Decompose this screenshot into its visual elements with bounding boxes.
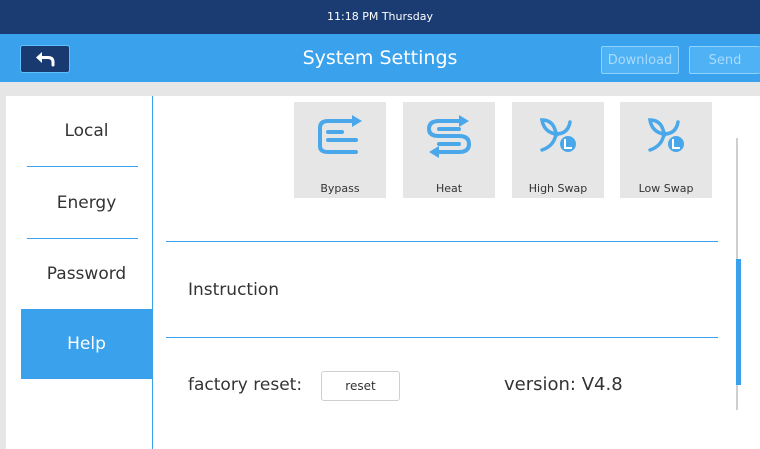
content-panel: Local Energy Password Help Bypass Heat H… (6, 96, 760, 449)
clock-text: 11:18 PM Thursday (327, 9, 433, 23)
factory-reset-label: factory reset: (188, 375, 303, 395)
instruction-label: Instruction (188, 280, 279, 300)
download-button[interactable]: Download (601, 46, 679, 74)
reset-button[interactable]: reset (321, 371, 400, 401)
sidebar-item-label: Energy (56, 193, 117, 213)
mode-label: Bypass (320, 182, 360, 195)
sidebar-item-local[interactable]: Local (21, 96, 152, 167)
sidebar-item-label: Help (67, 334, 106, 354)
bypass-icon (318, 115, 362, 154)
sidebar-item-label: Local (64, 121, 109, 141)
version-label: version: V4.8 (504, 374, 623, 395)
sidebar: Local Energy Password Help (21, 96, 153, 449)
title-bar: System Settings Download Send (0, 34, 760, 82)
mode-label: High Swap (528, 182, 588, 195)
back-arrow-icon (36, 52, 55, 67)
divider (166, 241, 718, 242)
mode-label: Heat (435, 182, 463, 195)
send-button[interactable]: Send (689, 46, 760, 74)
status-bar: 11:18 PM Thursday (0, 0, 760, 34)
heat-exchange-icon (426, 115, 472, 158)
divider (166, 337, 718, 338)
fan-high-icon (539, 118, 576, 152)
mode-heat-button[interactable]: Heat (403, 102, 495, 198)
sidebar-item-password[interactable]: Password (21, 239, 152, 309)
mode-high-swap-button[interactable]: High Swap (512, 102, 604, 198)
sidebar-item-energy[interactable]: Energy (21, 168, 152, 239)
mode-bypass-button[interactable]: Bypass (294, 102, 386, 198)
sidebar-item-help[interactable]: Help (21, 309, 152, 379)
back-button[interactable] (20, 45, 70, 73)
scrollbar-thumb[interactable] (736, 259, 741, 385)
sidebar-item-label: Password (46, 264, 127, 284)
mode-low-swap-button[interactable]: Low Swap (620, 102, 712, 198)
fan-low-icon (647, 118, 684, 152)
mode-label: Low Swap (638, 182, 694, 195)
